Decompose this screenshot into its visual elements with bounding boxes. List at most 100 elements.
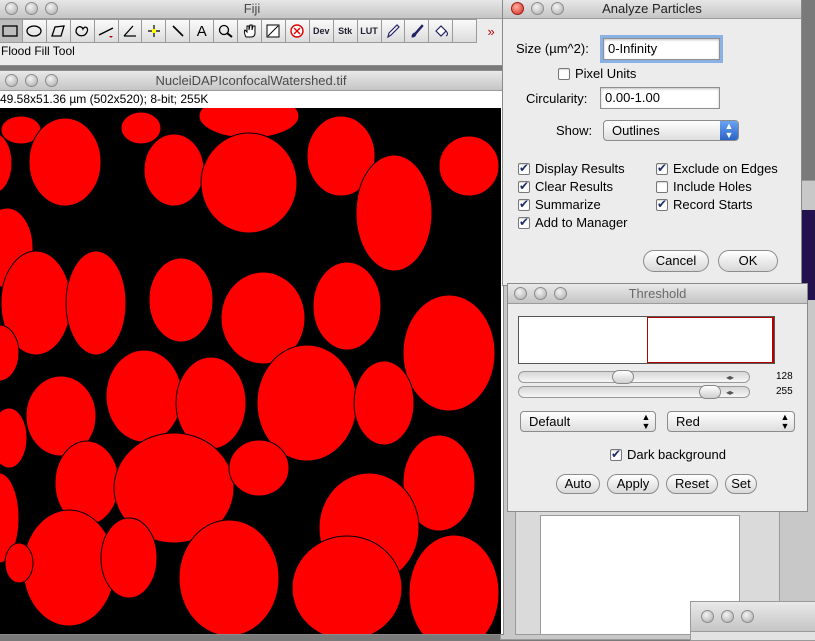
close-icon[interactable] bbox=[701, 610, 714, 623]
lut-tool[interactable]: LUT bbox=[357, 19, 382, 43]
more-icon: » bbox=[487, 23, 495, 39]
slider-step-arrows[interactable]: ◂▸ bbox=[726, 373, 734, 382]
close-icon[interactable] bbox=[5, 74, 18, 87]
checkbox-box bbox=[656, 161, 668, 175]
threshold-mode-select[interactable]: Red ▲ ▼ bbox=[667, 411, 795, 432]
dev-tool-label: Dev bbox=[312, 26, 330, 36]
minimize-icon[interactable] bbox=[531, 2, 544, 15]
status-text: Flood Fill Tool bbox=[1, 44, 75, 58]
point-tool[interactable] bbox=[142, 19, 167, 43]
include-holes-checkbox[interactable]: Include Holes bbox=[656, 179, 752, 194]
text-tool[interactable]: A bbox=[190, 19, 215, 43]
auto-button[interactable]: Auto bbox=[556, 474, 600, 494]
slider-knob[interactable] bbox=[612, 370, 634, 384]
fiji-toolbar-window: Fiji A Dev Stk LUT » Flood Fill Tool bbox=[0, 0, 506, 66]
minimize-icon[interactable] bbox=[534, 287, 547, 300]
add-to-manager-checkbox[interactable]: Add to Manager bbox=[518, 215, 628, 230]
minimize-icon[interactable] bbox=[25, 74, 38, 87]
image-info: 49.58x51.36 µm (502x520); 8-bit; 255K bbox=[0, 92, 209, 106]
reset-button[interactable]: Reset bbox=[666, 474, 718, 494]
zoom-icon[interactable] bbox=[45, 2, 58, 15]
slider-knob[interactable] bbox=[699, 385, 721, 399]
point-icon bbox=[146, 24, 162, 38]
window-title: NucleiDAPIconfocalWatershed.tif bbox=[155, 73, 347, 88]
oval-icon bbox=[26, 24, 43, 38]
empty-tool[interactable] bbox=[453, 19, 478, 43]
cancel-button[interactable]: Cancel bbox=[643, 250, 709, 272]
min-threshold-value: 128 bbox=[776, 371, 793, 382]
close-icon[interactable] bbox=[5, 2, 18, 15]
slider-step-arrows[interactable]: ◂▸ bbox=[726, 388, 734, 397]
circularity-label: Circularity: bbox=[526, 91, 588, 106]
close-icon[interactable] bbox=[514, 287, 527, 300]
max-threshold-value: 255 bbox=[776, 386, 793, 397]
zoom-icon bbox=[218, 24, 234, 38]
record-starts-checkbox[interactable]: Record Starts bbox=[656, 197, 752, 212]
wand-tool[interactable] bbox=[166, 19, 191, 43]
zoom-icon[interactable] bbox=[554, 287, 567, 300]
apply-button[interactable]: Apply bbox=[607, 474, 659, 494]
picker-icon bbox=[265, 24, 281, 38]
brush-tool[interactable] bbox=[405, 19, 430, 43]
freehand-tool[interactable] bbox=[70, 19, 95, 43]
checkbox-box bbox=[518, 179, 530, 193]
dark-background-checkbox[interactable]: Dark background bbox=[610, 447, 726, 462]
oval-tool[interactable] bbox=[22, 19, 47, 43]
image-titlebar[interactable]: NucleiDAPIconfocalWatershed.tif bbox=[0, 71, 503, 91]
stacks-tool[interactable]: Stk bbox=[333, 19, 358, 43]
size-input[interactable]: 0-Infinity bbox=[600, 35, 723, 63]
chevron-updown-icon: ▲ ▼ bbox=[641, 412, 651, 431]
chevron-updown-icon: ▲ ▼ bbox=[720, 121, 738, 140]
zoom-icon[interactable] bbox=[45, 74, 58, 87]
image-window: NucleiDAPIconfocalWatershed.tif 49.58x51… bbox=[0, 70, 504, 635]
analyze-titlebar[interactable]: Analyze Particles bbox=[503, 0, 801, 19]
threshold-region bbox=[647, 317, 774, 363]
magnifier-tool[interactable] bbox=[214, 19, 239, 43]
checkbox-box bbox=[610, 447, 622, 461]
min-threshold-slider[interactable] bbox=[518, 370, 750, 384]
clear-results-checkbox[interactable]: Clear Results bbox=[518, 179, 613, 194]
size-label: Size (µm^2): bbox=[516, 41, 589, 56]
minimize-icon[interactable] bbox=[25, 2, 38, 15]
stop-tool[interactable] bbox=[285, 19, 310, 43]
max-threshold-slider[interactable] bbox=[518, 385, 750, 399]
analyze-particles-dialog: Analyze Particles Size (µm^2): 0-Infinit… bbox=[502, 0, 802, 286]
pencil-tool[interactable] bbox=[381, 19, 406, 43]
rectangle-tool[interactable] bbox=[0, 19, 23, 43]
zoom-icon[interactable] bbox=[741, 610, 754, 623]
minimize-icon[interactable] bbox=[721, 610, 734, 623]
zoom-icon[interactable] bbox=[551, 2, 564, 15]
threshold-titlebar[interactable]: Threshold bbox=[508, 284, 807, 304]
flood-fill-tool[interactable] bbox=[429, 19, 454, 43]
more-tools[interactable]: » bbox=[477, 19, 505, 43]
stacks-tool-label: Stk bbox=[338, 26, 353, 36]
line-tool[interactable] bbox=[94, 19, 119, 43]
image-canvas[interactable] bbox=[0, 93, 501, 634]
histogram bbox=[518, 316, 775, 364]
exclude-edges-checkbox[interactable]: Exclude on Edges bbox=[656, 161, 778, 176]
hand-tool[interactable] bbox=[238, 19, 262, 43]
ok-button[interactable]: OK bbox=[718, 250, 778, 272]
set-button[interactable]: Set bbox=[725, 474, 757, 494]
pixel-units-checkbox[interactable]: Pixel Units bbox=[558, 66, 636, 81]
show-select[interactable]: Outlines ▲ ▼ bbox=[603, 120, 739, 141]
fiji-titlebar[interactable]: Fiji bbox=[0, 0, 505, 19]
hand-icon bbox=[242, 24, 258, 38]
dev-tool[interactable]: Dev bbox=[309, 19, 334, 43]
checkbox-box bbox=[558, 67, 570, 80]
color-picker-tool[interactable] bbox=[261, 19, 286, 43]
close-icon[interactable] bbox=[511, 2, 524, 15]
summarize-checkbox[interactable]: Summarize bbox=[518, 197, 601, 212]
checkbox-box bbox=[518, 215, 530, 229]
threshold-method-select[interactable]: Default ▲ ▼ bbox=[520, 411, 656, 432]
pencil-icon bbox=[385, 24, 401, 38]
display-results-checkbox[interactable]: Display Results bbox=[518, 161, 625, 176]
polygon-tool[interactable] bbox=[46, 19, 71, 43]
angle-tool[interactable] bbox=[118, 19, 143, 43]
wand-icon bbox=[170, 24, 186, 38]
checkbox-box bbox=[656, 197, 668, 211]
text-icon: A bbox=[196, 22, 207, 40]
tool-bar: A Dev Stk LUT » bbox=[0, 19, 505, 43]
threshold-dialog: Threshold ◂▸ 128 ◂▸ 255 Default ▲ ▼ Red ▲… bbox=[507, 283, 808, 512]
circularity-input[interactable]: 0.00-1.00 bbox=[600, 87, 720, 109]
